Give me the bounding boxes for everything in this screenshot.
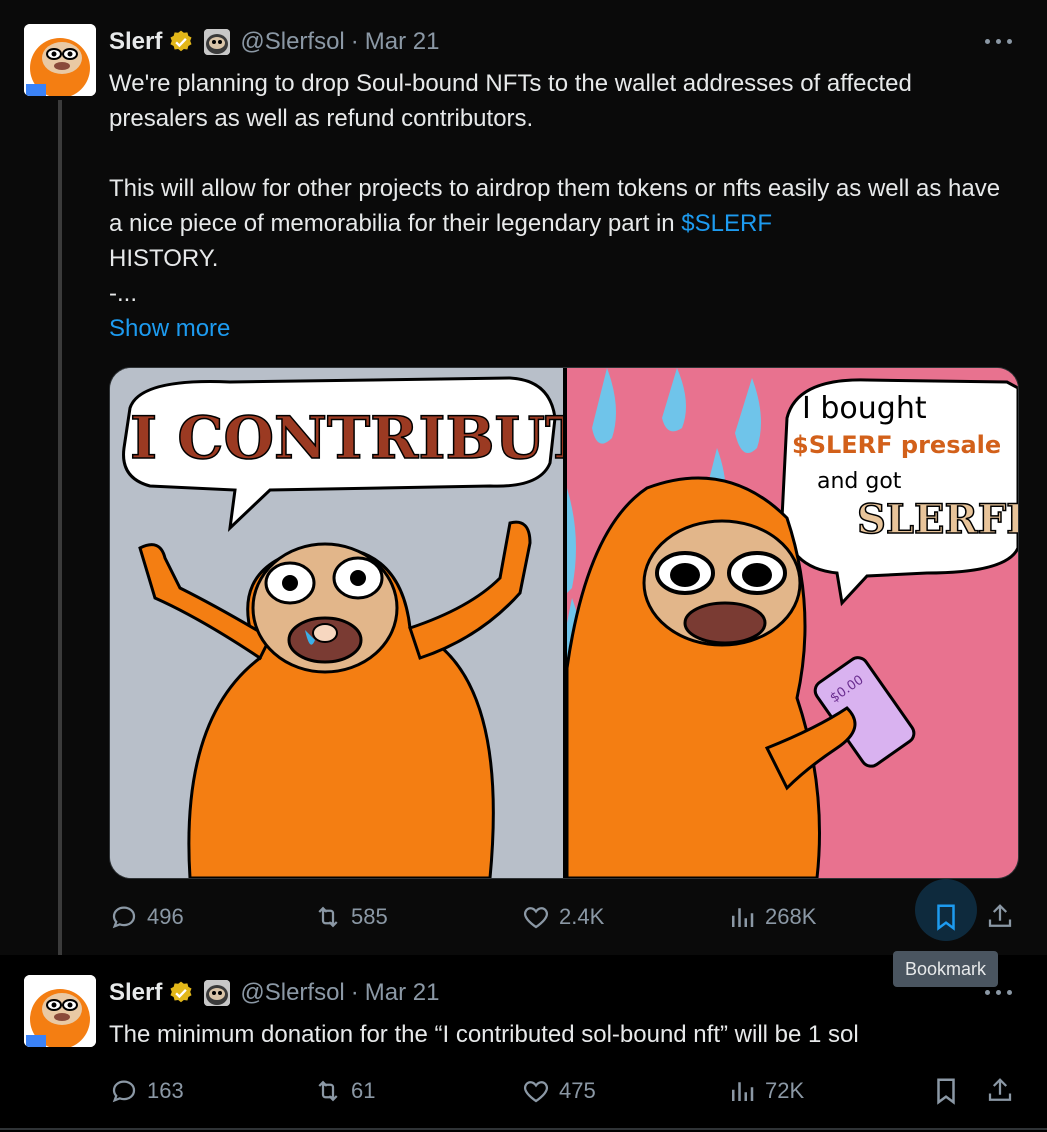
views-count: 268K: [765, 904, 817, 929]
tweet-paragraph: The minimum donation for the “I contribu…: [109, 1021, 859, 1048]
show-more-link[interactable]: Show more: [109, 311, 1014, 346]
tweet-text-segment: HISTORY.: [109, 245, 219, 272]
tweet-paragraph: We're planning to drop Soul-bound NFTs t…: [109, 70, 912, 132]
divider: [0, 1128, 1047, 1130]
author-handle[interactable]: @Slerfsol: [240, 979, 344, 1007]
reply-icon: [112, 906, 136, 929]
thread-connector: [58, 100, 62, 968]
tweet-1[interactable]: Slerf @Slerfsol · Mar 21 We're planning …: [0, 0, 1047, 968]
bookmark-icon: [937, 904, 955, 931]
more-options-icon[interactable]: [981, 30, 1017, 54]
image-panel-left[interactable]: I CONTRIBUTED: [110, 368, 684, 878]
reply-button[interactable]: 163: [109, 1069, 184, 1113]
separator-dot: ·: [350, 979, 359, 1006]
separator-dot: ·: [350, 28, 359, 55]
comic-caption-left: I CONTRIBUTED: [130, 404, 563, 472]
like-button[interactable]: 2.4K: [521, 895, 604, 939]
tweet-text: The minimum donation for the “I contribu…: [109, 1017, 1014, 1052]
tweet-paragraph: -...: [109, 280, 137, 307]
author-name[interactable]: Slerf: [109, 979, 162, 1007]
verified-badge-icon[interactable]: [168, 29, 194, 55]
tweet-image[interactable]: I CONTRIBUTED: [109, 367, 1019, 879]
author-name[interactable]: Slerf: [109, 28, 162, 56]
tweet-text-segment: This will allow for other projects to ai…: [109, 175, 1001, 237]
comic-caption-right: and got: [817, 469, 902, 494]
comic-caption-right: I bought: [802, 391, 927, 426]
reply-button[interactable]: 496: [109, 895, 184, 939]
heart-icon: [523, 907, 549, 929]
reply-icon: [112, 1080, 136, 1103]
bookmark-icon: [937, 1078, 955, 1105]
like-count: 475: [559, 1078, 596, 1103]
repost-icon: [318, 1080, 338, 1102]
views-button[interactable]: 268K: [727, 895, 816, 939]
tweet-paragraph: This will allow for other projects to ai…: [109, 171, 1014, 276]
tweet-date[interactable]: Mar 21: [365, 28, 440, 56]
repost-icon: [318, 906, 338, 928]
cashtag-link[interactable]: $SLERF: [681, 210, 772, 237]
like-count: 2.4K: [559, 904, 605, 929]
tweet-date[interactable]: Mar 21: [365, 979, 440, 1007]
tweet-header: Slerf @Slerfsol · Mar 21: [109, 976, 439, 1010]
share-button[interactable]: [985, 1069, 1015, 1113]
verified-badge-icon[interactable]: [168, 980, 194, 1006]
tweet-actions: 496 585 2.4K 268K: [109, 879, 1024, 941]
avatar[interactable]: [24, 24, 96, 96]
comic-caption-right: SLERFED: [857, 496, 1018, 543]
author-handle[interactable]: @Slerfsol: [240, 28, 344, 56]
repost-count: 61: [351, 1078, 376, 1103]
views-count: 72K: [765, 1078, 805, 1103]
affiliate-badge-icon[interactable]: [204, 29, 231, 55]
bookmark-button[interactable]: [931, 1069, 961, 1113]
tweet-actions: 163 61 475 72K: [109, 1069, 1024, 1113]
repost-button[interactable]: 61: [313, 1069, 375, 1113]
share-button[interactable]: [985, 895, 1015, 939]
heart-icon: [523, 1081, 549, 1103]
avatar[interactable]: [24, 975, 96, 1047]
share-icon: [988, 1078, 1012, 1101]
repost-count: 585: [351, 904, 388, 929]
reply-count: 163: [147, 1078, 184, 1103]
tweet-2[interactable]: Slerf @Slerfsol · Mar 21 The minimum don…: [0, 955, 1047, 1132]
bookmark-tooltip: Bookmark: [893, 951, 998, 987]
views-button[interactable]: 72K: [727, 1069, 804, 1113]
reply-count: 496: [147, 904, 184, 929]
affiliate-badge-icon[interactable]: [204, 980, 231, 1006]
like-button[interactable]: 475: [521, 1069, 596, 1113]
views-chart-icon: [732, 1082, 754, 1101]
tweet-text: We're planning to drop Soul-bound NFTs t…: [109, 66, 1014, 346]
comic-caption-right: $SLERF presale: [792, 431, 1001, 459]
share-icon: [988, 904, 1012, 927]
views-chart-icon: [732, 908, 754, 927]
bookmark-button[interactable]: [915, 879, 977, 941]
image-panel-right[interactable]: I bought $SLERF presale and got SLERFED …: [562, 368, 1018, 878]
tweet-header: Slerf @Slerfsol · Mar 21: [109, 25, 439, 59]
repost-button[interactable]: 585: [313, 895, 388, 939]
